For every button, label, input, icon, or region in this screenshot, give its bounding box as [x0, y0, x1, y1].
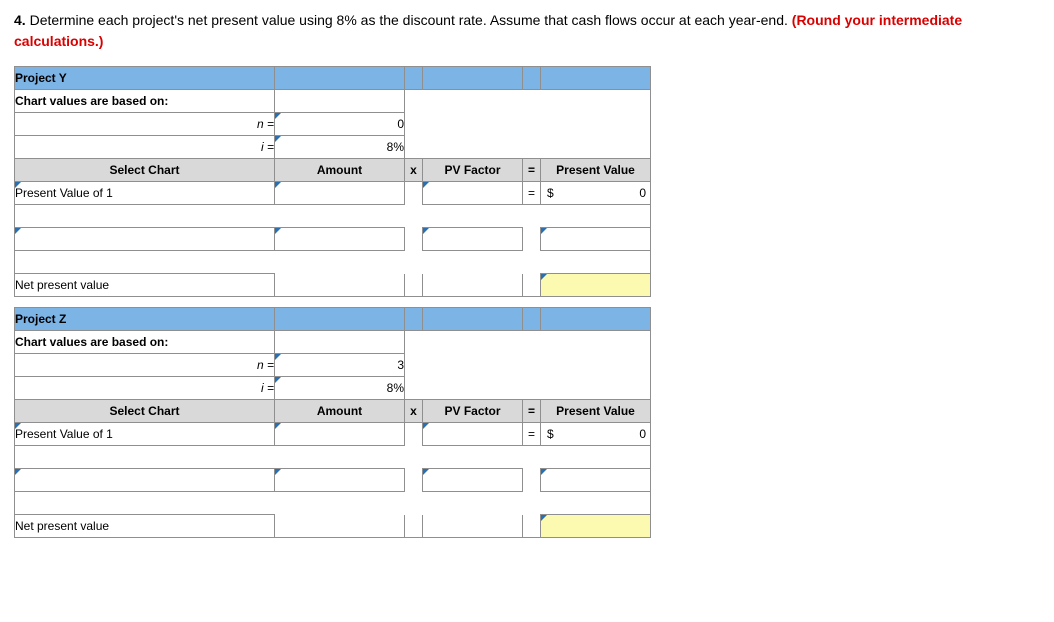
i-label: i = — [15, 377, 275, 400]
col-present-value: Present Value — [541, 159, 651, 182]
factor-input[interactable] — [423, 182, 523, 205]
table-row: Present Value of 1 = $0 — [15, 182, 651, 205]
pv-input[interactable] — [541, 469, 651, 492]
factor-input[interactable] — [423, 423, 523, 446]
project-title: Project Z — [15, 308, 275, 331]
project-z-table: Project Z Chart values are based on: n =… — [14, 307, 651, 538]
i-label: i = — [15, 136, 275, 159]
i-input[interactable]: 8% — [275, 377, 405, 400]
project-y-table: Project Y Chart values are based on: n =… — [14, 66, 651, 297]
amount-input[interactable] — [275, 228, 405, 251]
col-present-value: Present Value — [541, 400, 651, 423]
chart-basis-label: Chart values are based on: — [15, 90, 275, 113]
pv-output: $0 — [541, 182, 651, 205]
npv-output[interactable] — [541, 515, 651, 538]
col-eq: = — [523, 400, 541, 423]
question-number: 4. — [14, 12, 26, 28]
col-select-chart: Select Chart — [15, 400, 275, 423]
npv-row: Net present value — [15, 515, 651, 538]
amount-input[interactable] — [275, 182, 405, 205]
col-x: x — [405, 159, 423, 182]
col-pv-factor: PV Factor — [423, 400, 523, 423]
chart-select[interactable] — [15, 228, 275, 251]
project-title: Project Y — [15, 67, 275, 90]
col-amount: Amount — [275, 400, 405, 423]
chart-select[interactable]: Present Value of 1 — [15, 182, 275, 205]
n-input[interactable]: 3 — [275, 354, 405, 377]
n-input[interactable]: 0 — [275, 113, 405, 136]
pv-output: $0 — [541, 423, 651, 446]
npv-output[interactable] — [541, 274, 651, 297]
npv-row: Net present value — [15, 274, 651, 297]
col-x: x — [405, 400, 423, 423]
question-prompt: 4. Determine each project's net present … — [14, 10, 1040, 52]
amount-input[interactable] — [275, 423, 405, 446]
i-input[interactable]: 8% — [275, 136, 405, 159]
n-label: n = — [15, 354, 275, 377]
col-select-chart: Select Chart — [15, 159, 275, 182]
col-eq: = — [523, 159, 541, 182]
eq-cell: = — [523, 182, 541, 205]
pv-input[interactable] — [541, 228, 651, 251]
factor-input[interactable] — [423, 228, 523, 251]
npv-label: Net present value — [15, 274, 275, 297]
eq-cell: = — [523, 423, 541, 446]
npv-label: Net present value — [15, 515, 275, 538]
table-row: Present Value of 1 = $0 — [15, 423, 651, 446]
chart-select[interactable] — [15, 469, 275, 492]
question-text: Determine each project's net present val… — [30, 12, 788, 28]
col-amount: Amount — [275, 159, 405, 182]
amount-input[interactable] — [275, 469, 405, 492]
col-pv-factor: PV Factor — [423, 159, 523, 182]
table-row — [15, 469, 651, 492]
chart-basis-label: Chart values are based on: — [15, 331, 275, 354]
table-row — [15, 228, 651, 251]
chart-select[interactable]: Present Value of 1 — [15, 423, 275, 446]
n-label: n = — [15, 113, 275, 136]
factor-input[interactable] — [423, 469, 523, 492]
